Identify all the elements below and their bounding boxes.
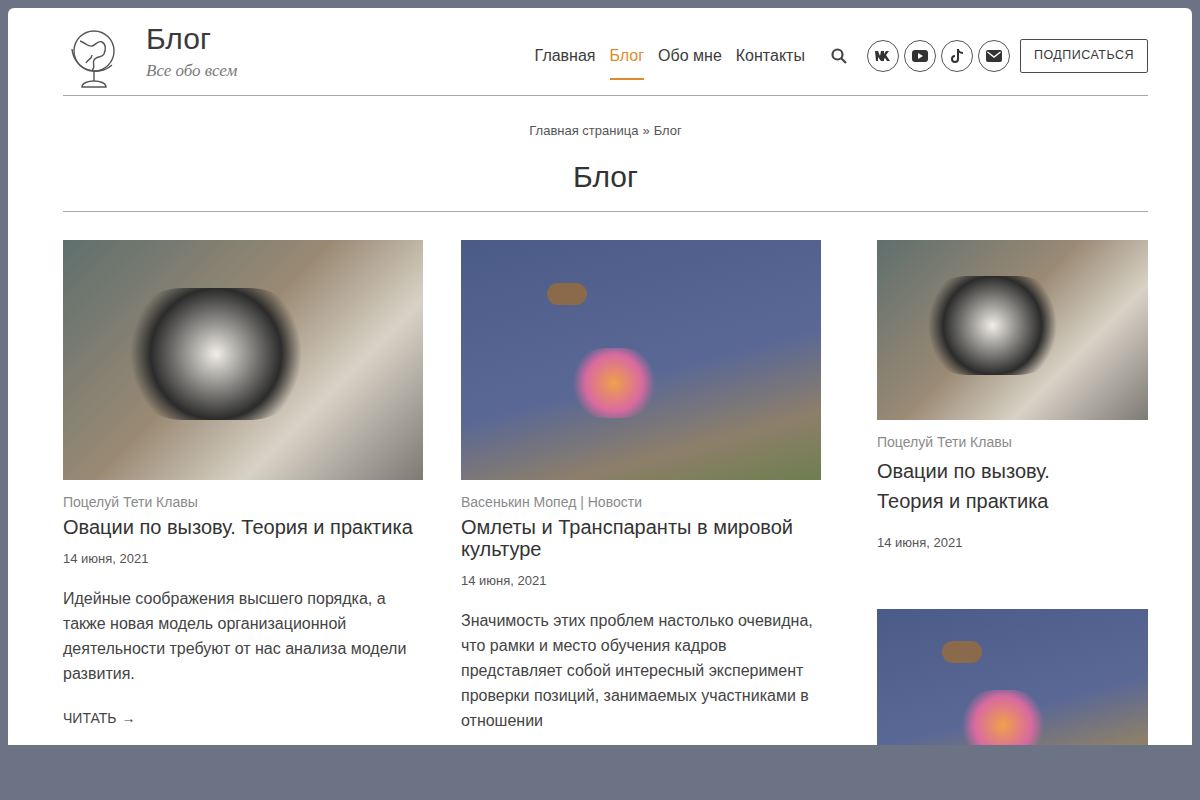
post-card: Васенькин Мопед | Новости Омлеты и Трансп… — [461, 240, 821, 733]
post-date: 14 июня, 2021 — [63, 550, 423, 568]
nav-item[interactable]: Главная — [535, 40, 596, 72]
arrow-icon: → — [121, 708, 135, 728]
tiktok-icon — [950, 48, 964, 64]
post-category[interactable]: Васенькин Мопед | Новости — [461, 492, 821, 512]
breadcrumb-item[interactable]: Главная страница — [529, 122, 638, 140]
main-nav: Главная Блог Обо мне Контакты — [535, 40, 805, 72]
nav-item[interactable]: Блог — [610, 40, 645, 72]
nav-item[interactable]: Контакты — [736, 40, 805, 72]
site-subtitle: Все обо всем — [146, 60, 237, 82]
vk-link[interactable] — [867, 40, 899, 72]
page-heading: Главная страница» Блог Блог — [63, 96, 1148, 212]
post-date: 14 июня, 2021 — [461, 572, 821, 590]
post-excerpt: Значимость этих проблем настолько очевид… — [461, 608, 821, 733]
site-header: Блог Все обо всем Главная Блог Обо мне Конт… — [63, 8, 1148, 96]
subscribe-button[interactable]: ПОДПИСАТЬСЯ — [1020, 39, 1148, 73]
sidebar: Поцелуй Тети Клавы Овации по вызову. Теор… — [877, 240, 1148, 745]
page-title: Блог — [573, 159, 638, 195]
post-category[interactable]: Поцелуй Тети Клавы — [877, 432, 1148, 452]
post-title[interactable]: Овации по вызову. Теория и практика — [877, 456, 1112, 516]
moth-shape — [547, 283, 587, 305]
tiktok-link[interactable] — [941, 40, 973, 72]
cat-shape — [117, 288, 315, 420]
post-image[interactable] — [877, 240, 1148, 420]
post-image[interactable] — [877, 609, 1148, 745]
youtube-link[interactable] — [904, 40, 936, 72]
post-excerpt: Идейные соображения высшего порядка, а т… — [63, 586, 423, 686]
envelope-icon — [986, 50, 1002, 62]
post-title[interactable]: Омлеты и Транспаранты в мировой культуре — [461, 516, 821, 560]
globe-logo-icon[interactable] — [68, 23, 124, 91]
post-title[interactable]: Овации по вызову. Теория и практика — [63, 516, 423, 538]
breadcrumb-separator: » — [642, 122, 649, 140]
moth-shape — [942, 641, 982, 663]
nav-item[interactable]: Обо мне — [658, 40, 722, 72]
search-icon[interactable] — [831, 48, 847, 64]
vk-icon — [875, 51, 891, 61]
sidebar-post-card — [877, 609, 1148, 745]
flower-shape — [958, 690, 1048, 745]
page-panel: Блог Все обо всем Главная Блог Обо мне Конт… — [8, 8, 1192, 745]
flower-shape — [569, 348, 659, 418]
read-more-label: ЧИТАТЬ — [63, 708, 116, 728]
email-link[interactable] — [978, 40, 1010, 72]
site-title[interactable]: Блог — [146, 22, 237, 56]
post-date: 14 июня, 2021 — [877, 534, 1148, 552]
breadcrumb-item: Блог — [654, 122, 682, 140]
post-card: Поцелуй Тети Клавы Овации по вызову. Теор… — [63, 240, 423, 728]
cat-shape — [918, 276, 1067, 375]
post-image[interactable] — [63, 240, 423, 480]
youtube-icon — [912, 50, 928, 62]
post-category[interactable]: Поцелуй Тети Клавы — [63, 492, 423, 512]
sidebar-post-card: Поцелуй Тети Клавы Овации по вызову. Теор… — [877, 240, 1148, 552]
read-more-link[interactable]: ЧИТАТЬ→ — [63, 708, 423, 728]
active-underline — [610, 78, 645, 80]
breadcrumb: Главная страница» Блог — [529, 96, 681, 140]
post-image[interactable] — [461, 240, 821, 480]
